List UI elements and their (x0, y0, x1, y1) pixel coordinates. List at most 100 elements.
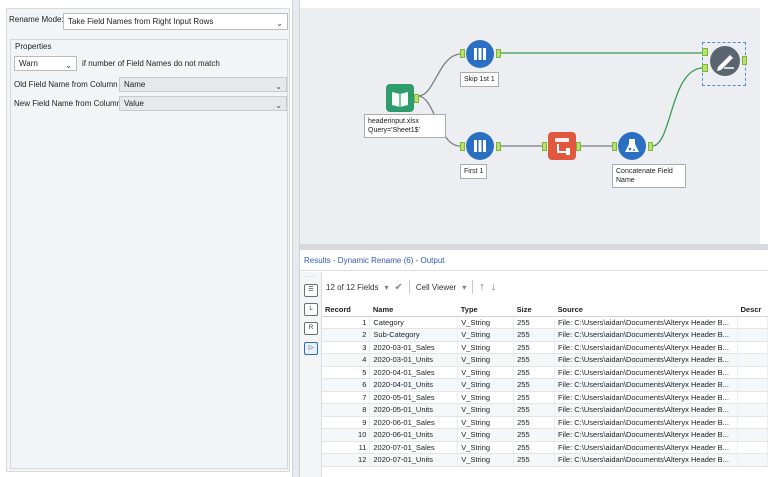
table-cell[interactable]: File: C:\Users\aidan\Documents\Alteryx H… (554, 391, 738, 404)
table-cell[interactable]: 1 (322, 316, 371, 329)
table-cell[interactable]: 2 (322, 328, 371, 342)
arrow-up-icon[interactable]: ↑ (479, 281, 485, 293)
table-row[interactable]: 2 Sub-Category V_String 255 File: C:\Users\a… (322, 328, 768, 342)
fields-count[interactable]: 12 of 12 Fields (326, 283, 378, 292)
table-cell[interactable]: File: C:\Users\aidan\Documents\Alteryx H… (554, 428, 738, 442)
table-cell[interactable]: 2020-06-01_Sales (369, 416, 459, 429)
table-cell[interactable] (737, 391, 768, 404)
table-row[interactable]: 6 2020-04-01_Units V_String 255 File: C:\Use… (322, 378, 768, 392)
table-cell[interactable] (737, 416, 768, 429)
table-cell[interactable]: V_String (457, 341, 515, 354)
input-anchor[interactable] (612, 142, 617, 151)
table-row[interactable]: 8 2020-05-01_Units V_String 255 File: C:\Use… (322, 403, 768, 417)
table-cell[interactable]: 2020-07-01_Sales (369, 441, 459, 454)
table-row[interactable]: 10 2020-06-01_Units V_String 255 File: C:\Us… (322, 428, 768, 442)
output-anchor[interactable] (496, 49, 501, 58)
table-cell[interactable] (737, 328, 768, 342)
dynamic-rename-tool[interactable] (710, 46, 740, 76)
table-cell[interactable]: V_String (457, 378, 515, 392)
table-cell[interactable]: 255 (513, 453, 556, 467)
table-row[interactable]: 4 2020-03-01_Units V_String 255 File: C:\Use… (322, 353, 768, 367)
table-cell[interactable]: 2020-06-01_Units (369, 428, 459, 442)
table-cell[interactable]: 9 (322, 416, 371, 429)
table-row[interactable]: 3 2020-03-01_Sales V_String 255 File: C:\Use… (322, 341, 768, 354)
column-header[interactable]: Size (513, 304, 555, 317)
table-cell[interactable]: V_String (457, 316, 515, 329)
table-cell[interactable]: 10 (322, 428, 371, 442)
table-cell[interactable]: 255 (513, 366, 556, 379)
drag-handle-icon[interactable]: ····· (304, 274, 318, 280)
table-cell[interactable]: V_String (457, 328, 515, 342)
table-cell[interactable]: 255 (513, 441, 556, 454)
warn-dropdown[interactable]: Warn ⌄ (14, 56, 77, 71)
table-cell[interactable] (737, 316, 768, 329)
table-cell[interactable]: File: C:\Users\aidan\Documents\Alteryx H… (554, 378, 738, 392)
table-cell[interactable]: 255 (513, 391, 556, 404)
table-cell[interactable]: 2020-07-01_Units (369, 453, 459, 467)
table-cell[interactable]: 255 (513, 428, 556, 442)
table-cell[interactable]: Category (369, 316, 459, 329)
table-cell[interactable]: V_String (457, 453, 515, 467)
chevron-down-icon[interactable]: ▾ (462, 283, 466, 292)
right-input-icon[interactable]: R (304, 322, 318, 335)
chevron-down-icon[interactable]: ▾ (384, 283, 388, 292)
table-cell[interactable]: 4 (322, 353, 371, 367)
table-cell[interactable] (737, 441, 768, 454)
table-cell[interactable]: File: C:\Users\aidan\Documents\Alteryx H… (554, 403, 738, 417)
input-data-tool[interactable] (386, 84, 414, 112)
table-cell[interactable]: 255 (513, 353, 556, 367)
left-input-anchor[interactable] (702, 48, 708, 56)
vertical-splitter[interactable] (292, 0, 300, 477)
new-field-dropdown[interactable]: Value ⌄ (119, 96, 287, 111)
table-view-icon[interactable]: ☰ (304, 284, 318, 297)
output-anchor-icon[interactable]: ▷ (304, 342, 318, 355)
old-field-dropdown[interactable]: Name ⌄ (119, 77, 287, 92)
table-cell[interactable]: File: C:\Users\aidan\Documents\Alteryx H… (554, 353, 738, 367)
table-cell[interactable]: 255 (513, 328, 556, 342)
cell-viewer-button[interactable]: Cell Viewer (416, 283, 456, 292)
table-row[interactable]: 11 2020-07-01_Sales V_String 255 File: C:\Us… (322, 441, 768, 454)
table-row[interactable]: 9 2020-06-01_Sales V_String 255 File: C:\Use… (322, 416, 768, 429)
table-cell[interactable]: Sub-Category (369, 328, 459, 342)
table-cell[interactable] (737, 453, 768, 467)
table-cell[interactable] (737, 378, 768, 392)
table-cell[interactable]: 12 (322, 453, 371, 467)
table-cell[interactable]: 2020-03-01_Sales (369, 341, 459, 354)
table-cell[interactable]: 255 (513, 341, 556, 354)
table-cell[interactable]: 2020-05-01_Units (369, 403, 459, 417)
input-anchor[interactable] (460, 142, 465, 151)
table-cell[interactable]: 5 (322, 366, 371, 379)
table-cell[interactable]: V_String (457, 416, 515, 429)
table-cell[interactable] (737, 341, 768, 354)
table-row[interactable]: 7 2020-05-01_Sales V_String 255 File: C:\Use… (322, 391, 768, 404)
table-cell[interactable] (737, 428, 768, 442)
column-header[interactable]: Record (322, 304, 370, 317)
input-anchor[interactable] (542, 142, 547, 151)
table-cell[interactable]: 255 (513, 416, 556, 429)
table-cell[interactable]: File: C:\Users\aidan\Documents\Alteryx H… (554, 328, 738, 342)
table-cell[interactable]: 2020-04-01_Units (369, 378, 459, 392)
table-cell[interactable]: 6 (322, 378, 371, 392)
table-cell[interactable]: 7 (322, 391, 371, 404)
output-anchor[interactable] (414, 94, 419, 103)
column-header[interactable]: Type (457, 304, 514, 317)
column-header[interactable]: Name (369, 304, 458, 317)
input-anchor[interactable] (460, 49, 465, 58)
output-anchor[interactable] (648, 142, 653, 151)
left-input-icon[interactable]: L (304, 303, 318, 316)
table-cell[interactable]: 255 (513, 403, 556, 417)
table-cell[interactable] (737, 353, 768, 367)
arrow-down-icon[interactable]: ↓ (491, 281, 497, 293)
table-cell[interactable]: File: C:\Users\aidan\Documents\Alteryx H… (554, 366, 738, 379)
workflow-canvas[interactable]: headerinput.xlsx Query='Sheet1$' Skip 1s… (300, 8, 760, 244)
checkmark-icon[interactable]: ✔ (395, 282, 403, 293)
table-cell[interactable]: 8 (322, 403, 371, 417)
table-cell[interactable]: 2020-03-01_Units (369, 353, 459, 367)
table-cell[interactable]: 2020-04-01_Sales (369, 366, 459, 379)
output-anchor[interactable] (576, 142, 581, 151)
table-cell[interactable]: File: C:\Users\aidan\Documents\Alteryx H… (554, 441, 738, 454)
rename-mode-dropdown[interactable]: Take Field Names from Right Input Rows ⌄ (63, 13, 288, 30)
table-cell[interactable]: V_String (457, 428, 515, 442)
table-cell[interactable]: File: C:\Users\aidan\Documents\Alteryx H… (554, 341, 738, 354)
table-cell[interactable]: 3 (322, 341, 371, 354)
